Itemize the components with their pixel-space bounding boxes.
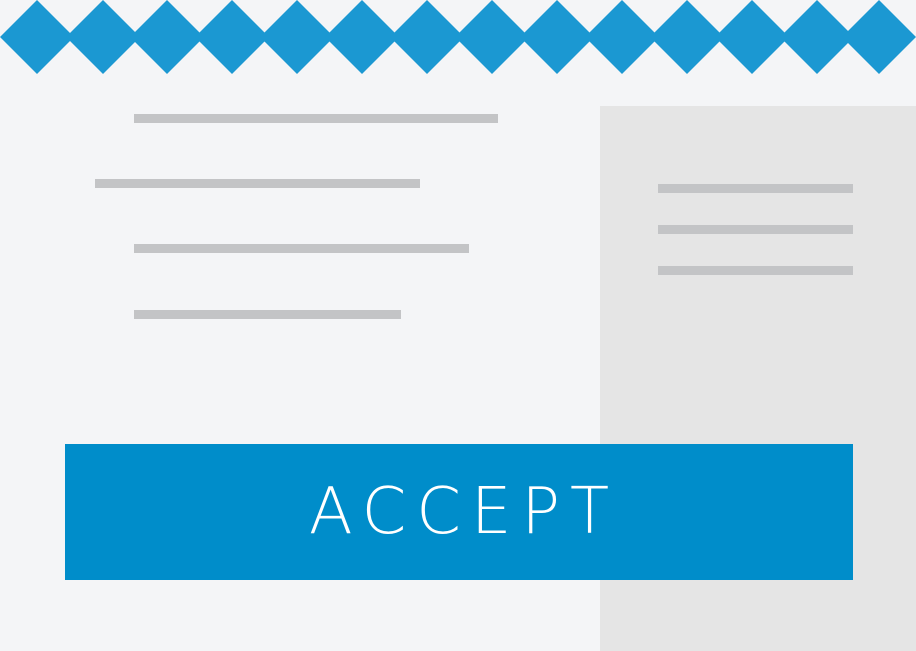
accept-button-label: ACCEPT: [308, 475, 620, 549]
text-placeholder-line: [134, 244, 469, 253]
diamond-shape: [585, 0, 659, 74]
text-placeholder-line: [134, 310, 401, 319]
text-placeholder-line: [95, 179, 420, 188]
diamond-shape: [325, 0, 399, 74]
side-panel-placeholder-line: [658, 266, 853, 275]
side-panel-placeholder-line: [658, 184, 853, 193]
diamond-shape: [130, 0, 204, 74]
accept-button[interactable]: ACCEPT: [65, 444, 853, 580]
diamond-shape: [650, 0, 724, 74]
diamond-shape: [195, 0, 269, 74]
diamond-shape: [455, 0, 529, 74]
diamond-shape: [66, 0, 140, 74]
diamond-shape: [260, 0, 334, 74]
document-illustration: ACCEPT: [0, 0, 916, 651]
diamond-border: [0, 0, 916, 74]
diamond-shape: [715, 0, 789, 74]
diamond-shape: [390, 0, 464, 74]
side-panel-placeholder-line: [658, 225, 853, 234]
text-placeholder-line: [134, 114, 498, 123]
diamond-shape: [520, 0, 594, 74]
diamond-shape: [0, 0, 74, 74]
diamond-shape: [842, 0, 916, 74]
